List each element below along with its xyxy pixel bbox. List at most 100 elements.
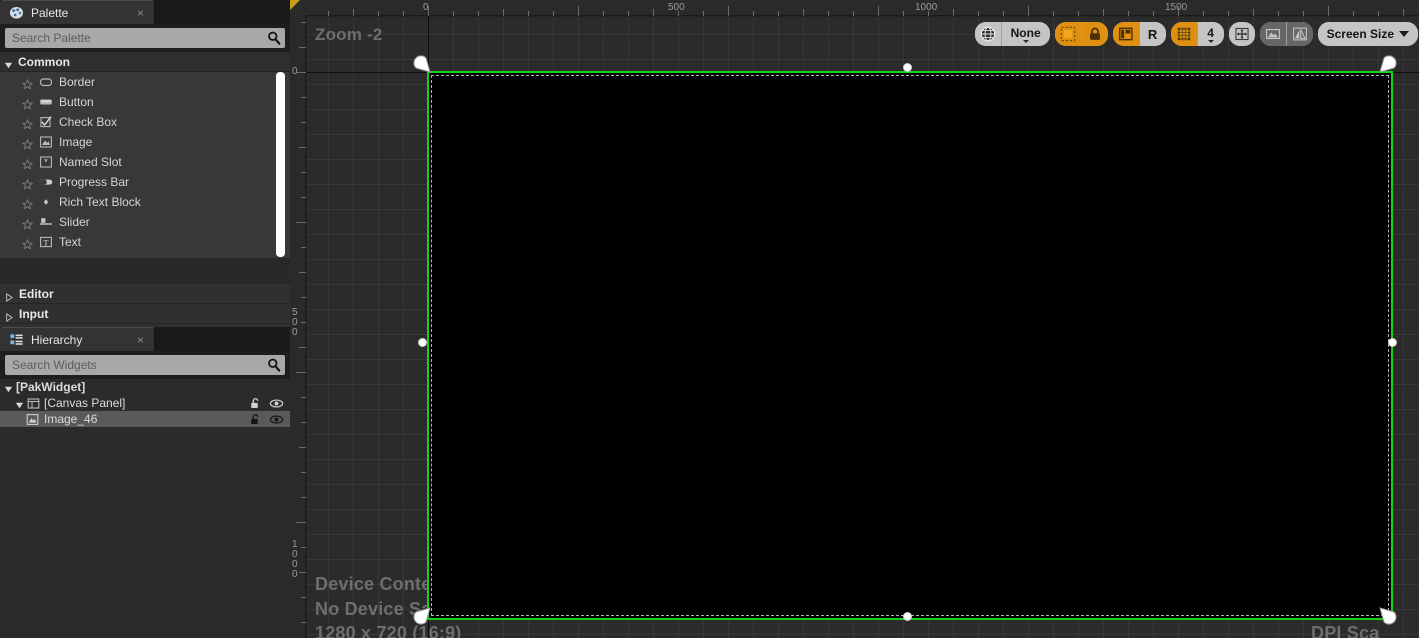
designer-viewport[interactable]: Zoom -2 Device Content Scale 1.0 No Devi…: [290, 0, 1419, 638]
tree-row-actions: [249, 411, 284, 427]
zoom-level-label: Zoom -2: [315, 25, 383, 44]
image-preview-button[interactable]: [1259, 22, 1287, 46]
grid-size-label: 4: [1207, 26, 1214, 40]
dpi-scale-label: DPI Sca: [1311, 623, 1380, 638]
chevron-down-icon: [1022, 40, 1029, 43]
tree-item-pakwidget[interactable]: [PakWidget]: [0, 379, 290, 395]
unlocked-padlock-icon[interactable]: [249, 397, 262, 410]
close-icon[interactable]: ×: [125, 7, 144, 19]
fit-to-screen-button[interactable]: [1228, 22, 1255, 46]
rotate-button[interactable]: R: [1139, 22, 1166, 46]
search-widgets-input[interactable]: Search Widgets: [5, 355, 285, 375]
chevron-down-icon[interactable]: [4, 383, 13, 392]
palette-scrollbar[interactable]: [276, 72, 285, 257]
mirror-button[interactable]: [1286, 22, 1313, 46]
mirror-icon: [1292, 26, 1308, 42]
resize-handle-middle-right[interactable]: [1388, 338, 1397, 347]
palette-category-editor[interactable]: Editor: [0, 284, 290, 304]
palette-item-named-slot[interactable]: * Named Slot: [0, 152, 290, 172]
tab-hierarchy[interactable]: Hierarchy ×: [0, 327, 155, 351]
favorite-star-icon[interactable]: [21, 237, 34, 250]
none-dropdown-button[interactable]: None: [1001, 22, 1050, 46]
screen-size-dropdown[interactable]: Screen Size: [1317, 22, 1418, 46]
palette-category-label: Editor: [19, 286, 54, 301]
umg-widget-editor: Palette × Search Palette Common Border B…: [0, 0, 1419, 638]
tab-hierarchy-label: Hierarchy: [31, 332, 83, 347]
image-widget-icon: [26, 413, 39, 426]
selected-widget-image-46[interactable]: [427, 71, 1393, 620]
favorite-star-icon[interactable]: [21, 157, 34, 170]
text-widget-icon: T: [39, 235, 53, 249]
grid-snap-toggle[interactable]: [1170, 22, 1198, 46]
chevron-down-icon[interactable]: [15, 399, 24, 408]
favorite-star-icon[interactable]: [21, 177, 34, 190]
palette-item-text[interactable]: T Text: [0, 232, 290, 252]
search-widgets-placeholder: Search Widgets: [12, 358, 97, 372]
eye-icon[interactable]: [269, 413, 284, 426]
search-palette-placeholder: Search Palette: [12, 31, 91, 45]
button-widget-icon: [39, 95, 53, 109]
resize-handle-bottom-center[interactable]: [903, 612, 912, 621]
favorite-star-icon[interactable]: [21, 197, 34, 210]
palette-item-slider[interactable]: Slider: [0, 212, 290, 232]
favorite-star-icon[interactable]: [21, 117, 34, 130]
ruler-corner-origin-button[interactable]: [290, 0, 306, 16]
palette-category-input[interactable]: Input: [0, 304, 290, 324]
favorite-star-icon[interactable]: [21, 77, 34, 90]
close-icon[interactable]: ×: [125, 334, 144, 346]
palette-item-image[interactable]: Image: [0, 132, 290, 152]
search-palette-input[interactable]: Search Palette: [5, 28, 285, 48]
grid-icon: [1176, 26, 1192, 42]
unlocked-padlock-icon[interactable]: [249, 413, 262, 426]
resize-handle-top-center[interactable]: [903, 63, 912, 72]
favorite-star-icon[interactable]: [21, 137, 34, 150]
anchor-handle-bottom-right[interactable]: [1376, 604, 1406, 634]
palette-item-progress-bar[interactable]: Progress Bar: [0, 172, 290, 192]
palette-search-row: Search Palette: [0, 24, 290, 52]
toolbar-group-localization: None: [974, 22, 1050, 46]
grid-size-dropdown[interactable]: 4: [1197, 22, 1224, 46]
chevron-right-icon: [4, 289, 13, 302]
palette-item-check-box[interactable]: Check Box: [0, 112, 290, 132]
tree-item-canvas-panel[interactable]: [Canvas Panel]: [0, 395, 290, 411]
palette-icon: [9, 5, 24, 20]
hierarchy-tab-strip: Hierarchy ×: [0, 327, 290, 351]
dashed-outline-toggle[interactable]: [1054, 22, 1082, 46]
anchor-handle-top-right[interactable]: [1376, 46, 1406, 76]
anchor-handle-bottom-left[interactable]: [404, 604, 434, 634]
checkbox-widget-icon: [39, 115, 53, 129]
fill-screen-toggle[interactable]: [1112, 22, 1140, 46]
globe-localization-button[interactable]: [974, 22, 1002, 46]
fit-screen-icon: [1234, 26, 1250, 42]
eye-icon[interactable]: [269, 397, 284, 410]
tree-item-label: [Canvas Panel]: [44, 396, 126, 410]
progress-bar-widget-icon: [39, 175, 53, 189]
fill-layout-icon: [1118, 26, 1134, 42]
palette-category-common[interactable]: Common: [0, 52, 290, 72]
ruler-top[interactable]: 0 500 1000 1500: [290, 0, 1419, 16]
anchor-handle-top-left[interactable]: [404, 46, 434, 76]
ruler-top-label: 1000: [915, 2, 938, 13]
slider-widget-icon: [39, 215, 53, 229]
palette-list-filler: [0, 252, 290, 258]
palette-item-label: Slider: [59, 215, 90, 229]
tab-palette[interactable]: Palette ×: [0, 0, 155, 24]
palette-list[interactable]: Common Border Button Check Box Image * N…: [0, 52, 290, 284]
tree-item-image-46[interactable]: Image_46: [0, 411, 290, 427]
favorite-star-icon[interactable]: [21, 97, 34, 110]
palette-category-label: Input: [19, 306, 49, 321]
chevron-right-icon: [4, 309, 13, 322]
svg-text:*: *: [43, 158, 48, 168]
lock-aspect-toggle[interactable]: [1081, 22, 1108, 46]
hierarchy-search-row: Search Widgets: [0, 351, 290, 379]
palette-item-border[interactable]: Border: [0, 72, 290, 92]
palette-item-button[interactable]: Button: [0, 92, 290, 112]
dashed-square-icon: [1060, 26, 1076, 42]
svg-text:T: T: [44, 238, 49, 247]
resize-handle-middle-left[interactable]: [418, 338, 427, 347]
hierarchy-tree[interactable]: [PakWidget] [Canvas Panel] Image_46: [0, 379, 290, 638]
palette-item-rich-text-block[interactable]: Rich Text Block: [0, 192, 290, 212]
chevron-down-icon: [1207, 40, 1214, 43]
ruler-left[interactable]: 0 500 1000: [290, 0, 306, 638]
favorite-star-icon[interactable]: [21, 217, 34, 230]
